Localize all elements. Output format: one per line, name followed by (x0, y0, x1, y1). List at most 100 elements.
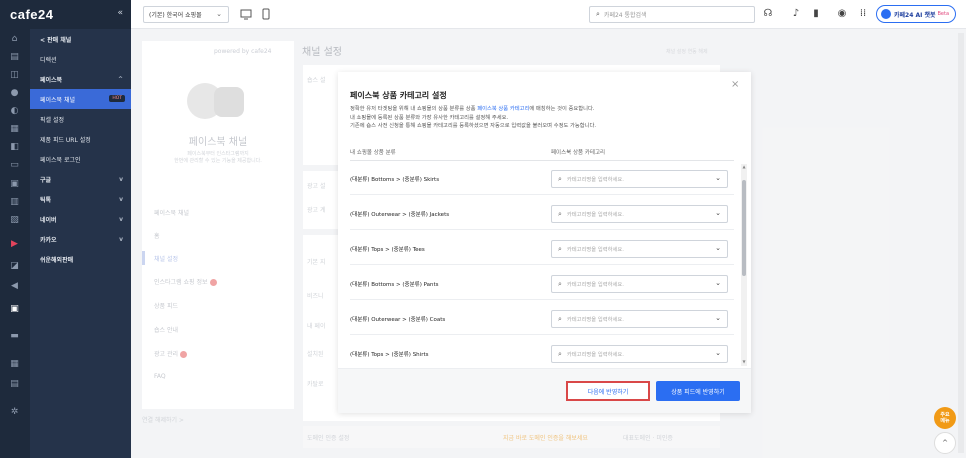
facebook-category-select[interactable]: ⌕ 카테고리명을 입력하세요. ⌄ (551, 205, 728, 223)
sidebar-item-pixel[interactable]: 픽셀 설정 (30, 109, 131, 129)
sidebar-item-tiktok[interactable]: 틱톡 v (30, 189, 131, 209)
board-icon[interactable]: ▦ (9, 124, 20, 135)
user-icon[interactable]: ◉ (836, 8, 848, 20)
chat-icon[interactable]: ◐ (9, 106, 20, 117)
sidebar-item-label: 쉬운해외판매 (40, 256, 74, 264)
ai-chatbot-button[interactable]: 카페24 AI 챗봇 Beta (876, 5, 956, 23)
headset-icon[interactable]: ☊ (762, 8, 774, 20)
search-placeholder: 카페24 통합검색 (603, 12, 647, 19)
apps-grid-icon[interactable]: ⁞⁞ (857, 8, 869, 20)
sidebar-item-label: < 판매 채널 (40, 36, 72, 44)
chevron-up-icon: ^ (117, 75, 123, 83)
chevron-down-icon: v (119, 195, 123, 203)
desc-text: 기존에 숍스 사전 신청을 통해 쇼핑몰 카테고리를 등록하셨으면 자동으로 입… (350, 123, 597, 129)
hot-badge: HOT (109, 95, 125, 102)
select-placeholder: 카테고리명을 입력하세요. (566, 317, 624, 323)
facebook-category-select[interactable]: ⌕ 카테고리명을 입력하세요. ⌄ (551, 310, 728, 328)
sales-channel-icon[interactable]: ▣ (9, 304, 20, 315)
chevron-down-icon: ⌄ (715, 209, 721, 217)
app-icon[interactable]: ▦ (9, 359, 20, 370)
sidebar-item-sales-channel[interactable]: < 판매 채널 (30, 29, 131, 49)
search-icon: ⌕ (558, 174, 562, 183)
delivery-icon[interactable]: ▬ (9, 331, 20, 342)
chevron-down-icon: ⌄ (715, 279, 721, 287)
category-label: (대분류) Bottoms > (중분류) Skirts (350, 177, 440, 183)
search-icon: ⌕ (558, 209, 562, 218)
chatbot-icon (881, 9, 891, 19)
sidebar-item-facebook-channel[interactable]: 페이스북 채널 HOT (30, 89, 131, 109)
sidebar-item-feed-url[interactable]: 제품 피드 URL 설정 (30, 129, 131, 149)
side-menu: < 판매 채널 디렉션 페이스북 ^ 페이스북 채널 HOT 픽셀 설정 제품 피드… (30, 29, 131, 458)
global-search-input[interactable]: ⌕ 카페24 통합검색 (589, 6, 755, 23)
megaphone-icon[interactable]: ◀ (9, 281, 20, 292)
sidebar-item-global-sales[interactable]: 쉬운해외판매 (30, 249, 131, 269)
desc-text: 정확한 유저 타겟팅을 위해 내 쇼핑몰의 상품 분류를 상품 (350, 106, 478, 112)
sidebar-item-google[interactable]: 구글 v (30, 169, 131, 189)
youtube-icon[interactable]: ▶ (9, 239, 20, 250)
scroll-down-arrow-icon[interactable]: ▼ (741, 359, 747, 364)
mall-select[interactable]: (기본) 한국어 쇼핑몰 ⌄ (143, 6, 229, 23)
sidebar-item-kakao[interactable]: 카카오 v (30, 229, 131, 249)
table-row: (대분류) Tops > (중분류) Shirts ⌕ 카테고리명을 입력하세요.… (350, 339, 734, 366)
channel-icon[interactable]: ▥ (9, 197, 20, 208)
sidebar-item-naver[interactable]: 네이버 v (30, 209, 131, 229)
main-menu-button[interactable]: 주요 메뉴 (934, 407, 956, 429)
store-icon[interactable]: ▤ (9, 52, 20, 63)
search-icon: ⌕ (558, 314, 562, 323)
mobile-icon[interactable] (260, 8, 272, 20)
category-label: (대분류) Outerwear > (중분류) Coats (350, 317, 446, 323)
facebook-category-select[interactable]: ⌕ 카테고리명을 입력하세요. ⌄ (551, 240, 728, 258)
facebook-category-select[interactable]: ⌕ 카테고리명을 입력하세요. ⌄ (551, 170, 728, 188)
facebook-category-select[interactable]: ⌕ 카테고리명을 입력하세요. ⌄ (551, 345, 728, 363)
scroll-up-arrow-icon[interactable]: ▲ (741, 164, 747, 169)
column-header-facebook-category: 페이스북 상품 카테고리 (551, 150, 606, 156)
scroll-top-button[interactable]: ^ (934, 432, 956, 454)
desc-text: 에 매칭하는 것이 중요합니다. (529, 106, 595, 112)
facebook-category-link[interactable]: 페이스북 상품 카테고리 (477, 106, 529, 112)
folder-icon[interactable]: ▤ (9, 379, 20, 390)
sidebar-item-label: 페이스북 채널 (40, 96, 76, 104)
promotion-icon[interactable]: ▭ (9, 160, 20, 171)
monitor-icon[interactable] (240, 8, 252, 20)
bell-icon[interactable]: ♪ (790, 8, 802, 20)
chevron-down-icon: ⌄ (715, 314, 721, 322)
sidebar-item-label: 제품 피드 URL 설정 (40, 136, 91, 144)
shop-icon[interactable]: ◪ (9, 261, 20, 272)
search-icon: ⌕ (558, 279, 562, 288)
bookmark-icon[interactable]: ▮ (810, 8, 822, 20)
chevron-down-icon: ⌄ (715, 244, 721, 252)
apply-later-button[interactable]: 다음에 반영하기 (566, 381, 650, 401)
sidebar-item-direction[interactable]: 디렉션 (30, 49, 131, 69)
sidebar-item-label: 페이스북 (40, 76, 63, 84)
table-row: (대분류) Tops > (중분류) Tees ⌕ 카테고리명을 입력하세요. ⌄ (350, 234, 734, 265)
home-icon[interactable]: ⌂ (9, 34, 20, 45)
sidebar-item-label: 틱톡 (40, 196, 52, 204)
top-bar: cafe24 « (기본) 한국어 쇼핑몰 ⌄ ⌕ 카페24 통합검색 ☊ ♪ … (0, 0, 966, 29)
facebook-category-select[interactable]: ⌕ 카테고리명을 입력하세요. ⌄ (551, 275, 728, 293)
scroll-thumb[interactable] (742, 180, 746, 276)
sidebar-item-label: 구글 (40, 176, 52, 184)
page-scrollbar[interactable] (958, 33, 964, 453)
cart-icon[interactable]: ◫ (9, 70, 20, 81)
main-menu-label: 메뉴 (940, 418, 950, 424)
list-scrollbar[interactable]: ▲ ▼ (741, 164, 747, 366)
cafe24-logo[interactable]: cafe24 (10, 7, 53, 22)
design-icon[interactable]: ◧ (9, 142, 20, 153)
report-icon[interactable]: ▧ (9, 215, 20, 226)
settings-gear-icon[interactable]: ✲ (9, 407, 20, 418)
chevron-down-icon: v (119, 175, 123, 183)
apply-to-feed-button[interactable]: 상품 피드에 반영하기 (656, 381, 740, 401)
chevron-down-icon: v (119, 235, 123, 243)
sidebar-item-label: 페이스북 로그인 (40, 156, 81, 164)
close-icon[interactable]: × (731, 80, 741, 90)
category-label: (대분류) Outerwear > (중분류) Jackets (350, 212, 450, 218)
category-label: (대분류) Tops > (중분류) Shirts (350, 352, 429, 358)
modal-title: 페이스북 상품 카테고리 설정 (350, 91, 447, 100)
stats-icon[interactable]: ▣ (9, 179, 20, 190)
sidebar-item-facebook-login[interactable]: 페이스북 로그인 (30, 149, 131, 169)
customer-icon[interactable]: ● (9, 88, 20, 99)
collapse-menu-button[interactable]: « (117, 8, 123, 18)
select-placeholder: 카테고리명을 입력하세요. (566, 177, 624, 183)
select-placeholder: 카테고리명을 입력하세요. (566, 282, 624, 288)
sidebar-item-facebook[interactable]: 페이스북 ^ (30, 69, 131, 89)
